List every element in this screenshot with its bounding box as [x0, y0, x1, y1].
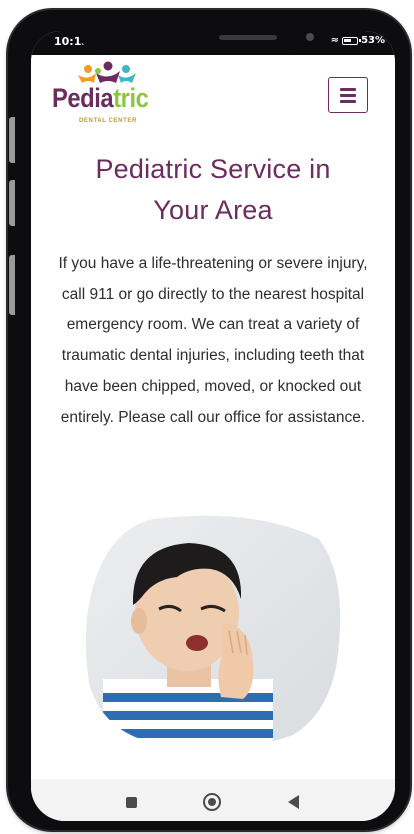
page-headline: Pediatric Service in Your Area [95, 154, 331, 225]
site-logo[interactable]: Pediatric DENTAL CENTER [52, 61, 172, 131]
power-button [9, 255, 15, 315]
earpiece-speaker [219, 35, 277, 40]
recent-apps-icon[interactable] [126, 797, 137, 808]
wifi-icon: ≈ [330, 35, 340, 46]
battery-icon [342, 36, 362, 45]
volume-down-button [9, 180, 15, 226]
logo-wordmark-pedia: Pedia [52, 83, 114, 113]
system-navigation-bar [31, 779, 395, 821]
site-header: Pediatric DENTAL CENTER [31, 55, 395, 135]
screenshot-stage: 10:15 ≈ 53% Pediatric DENTAL CENTER Pedi… [0, 0, 414, 834]
front-camera [306, 33, 314, 41]
child-with-toothache-photo [83, 513, 343, 750]
menu-bar-middle [340, 94, 356, 97]
volume-up-button [9, 117, 15, 163]
status-indicators: ≈ 53% [331, 35, 385, 46]
hamburger-menu-button[interactable] [328, 77, 368, 113]
logo-wordmark: Pediatric [52, 83, 149, 114]
phone-screen: 10:15 ≈ 53% Pediatric DENTAL CENTER Pedi… [31, 31, 395, 821]
hero-image-svg [85, 515, 341, 750]
battery-percent: 53% [361, 35, 385, 46]
camera-notch [81, 31, 314, 55]
logo-subtitle: DENTAL CENTER [79, 118, 137, 124]
back-icon[interactable] [288, 795, 299, 809]
menu-bar-top [340, 88, 356, 91]
home-icon[interactable] [203, 793, 221, 811]
menu-bar-bottom [340, 100, 356, 103]
status-bar: 10:15 ≈ 53% [31, 31, 395, 55]
logo-wordmark-tric: tric [113, 83, 149, 113]
service-description: If you have a life-threatening or severe… [58, 255, 368, 426]
